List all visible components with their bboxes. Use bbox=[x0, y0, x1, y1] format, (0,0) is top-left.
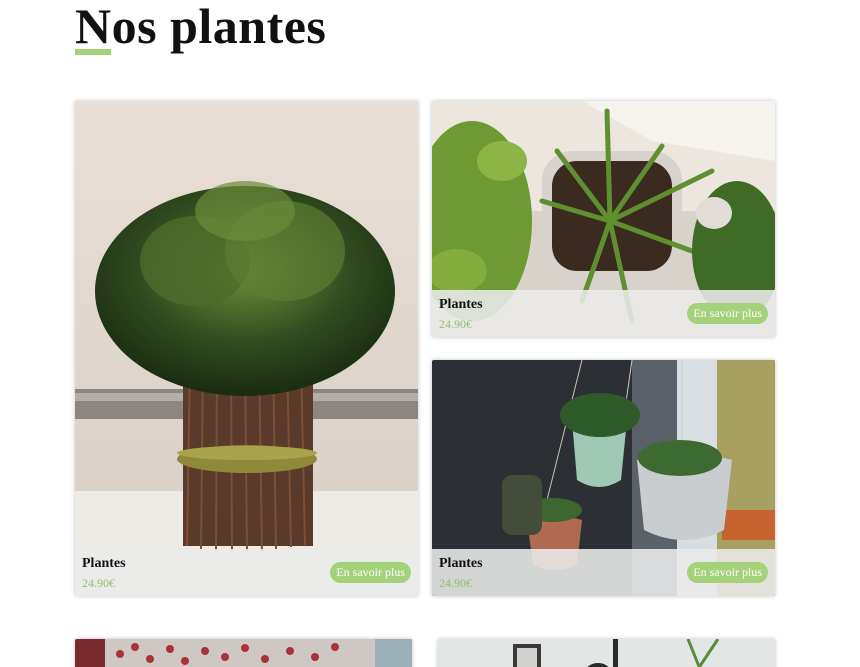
product-price: 24.90€ bbox=[439, 317, 472, 331]
learn-more-button[interactable]: En savoir plus bbox=[330, 562, 411, 583]
product-card[interactable]: Plantes 24.90€ En savoir plus bbox=[432, 360, 775, 596]
product-name: Plantes bbox=[82, 556, 126, 571]
card-caption: Plantes 24.90€ En savoir plus bbox=[432, 549, 775, 596]
product-price: 24.90€ bbox=[82, 576, 115, 590]
card-caption: Plantes 24.90€ En savoir plus bbox=[75, 549, 418, 596]
product-card[interactable]: Plantes 24.90€ En savoir plus bbox=[75, 101, 418, 596]
red-berry-branches-image bbox=[75, 639, 412, 667]
product-card[interactable] bbox=[438, 639, 775, 667]
boxwood-bundle-image bbox=[75, 101, 418, 596]
learn-more-button[interactable]: En savoir plus bbox=[687, 562, 768, 583]
card-caption: Plantes 24.90€ En savoir plus bbox=[432, 290, 775, 337]
product-card[interactable] bbox=[75, 639, 412, 667]
product-price: 24.90€ bbox=[439, 576, 472, 590]
page-title: Nos plantes bbox=[75, 0, 327, 54]
wall-frames-image bbox=[438, 639, 775, 667]
product-card[interactable]: Plantes 24.90€ En savoir plus bbox=[432, 101, 775, 337]
title-underline bbox=[75, 49, 111, 55]
learn-more-button[interactable]: En savoir plus bbox=[687, 303, 768, 324]
product-name: Plantes bbox=[439, 556, 483, 571]
product-name: Plantes bbox=[439, 297, 483, 312]
